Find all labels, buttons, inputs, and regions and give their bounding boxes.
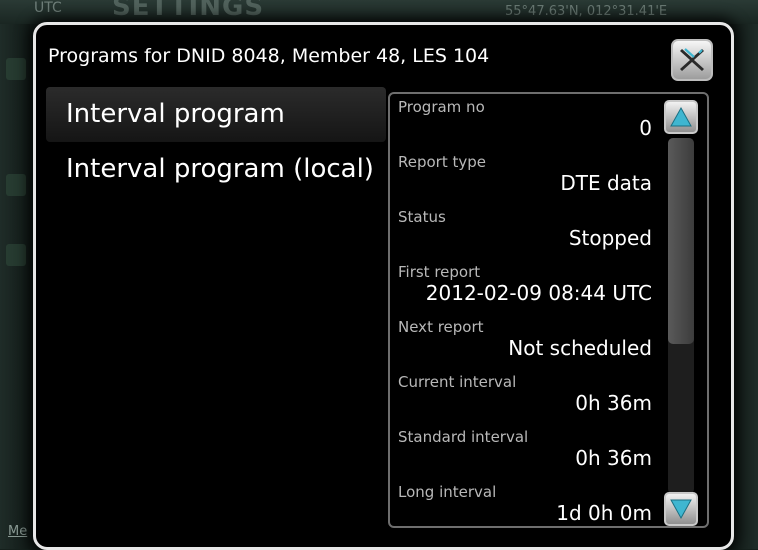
detail-next-report: Next report Not scheduled: [398, 318, 652, 360]
detail-label: Report type: [398, 153, 487, 171]
detail-value: 0: [639, 116, 652, 140]
detail-label: Next report: [398, 318, 484, 336]
close-button[interactable]: [671, 39, 713, 81]
detail-label: Standard interval: [398, 428, 529, 446]
detail-label: Long interval: [398, 483, 497, 501]
detail-value: 0h 36m: [575, 446, 652, 470]
triangle-down-icon: [670, 499, 692, 520]
detail-program-no: Program no 0: [398, 98, 652, 140]
scroll-up-button[interactable]: [664, 100, 698, 134]
detail-value: 1d 0h 0m: [556, 501, 652, 525]
utc-label: UTC: [34, 0, 62, 16]
program-list-item[interactable]: Interval program: [46, 87, 386, 142]
programs-dialog: Programs for DNID 8048, Member 48, LES 1…: [33, 22, 734, 550]
background-title: SETTINGS: [112, 0, 265, 22]
scroll-down-button[interactable]: [664, 492, 698, 526]
detail-value: Not scheduled: [508, 336, 652, 360]
detail-value: DTE data: [560, 171, 652, 195]
sidebar-tile-icon: [6, 244, 26, 266]
detail-long-interval: Long interval 1d 0h 0m: [398, 483, 652, 525]
detail-label: Current interval: [398, 373, 517, 391]
detail-value: 0h 36m: [575, 391, 652, 415]
scrollbar-track[interactable]: [668, 138, 694, 494]
dialog-title: Programs for DNID 8048, Member 48, LES 1…: [48, 45, 490, 67]
close-x-icon: [680, 48, 704, 71]
detail-first-report: First report 2012-02-09 08:44 UTC: [398, 263, 652, 305]
background-menu-label[interactable]: Me: [8, 524, 27, 539]
scrollbar-thumb[interactable]: [668, 138, 694, 344]
program-list: Interval program Interval program (local…: [46, 87, 386, 197]
detail-value: Stopped: [568, 226, 652, 250]
detail-standard-interval: Standard interval 0h 36m: [398, 428, 652, 470]
detail-value: 2012-02-09 08:44 UTC: [425, 281, 652, 305]
detail-label: Program no: [398, 98, 485, 116]
detail-label: Status: [398, 208, 446, 226]
coordinates-readout: 55°47.63'N, 012°31.41'E: [505, 4, 668, 19]
detail-report-type: Report type DTE data: [398, 153, 652, 195]
program-details-panel: Program no 0 Report type DTE data Status…: [388, 92, 709, 528]
background-sidebar: [0, 24, 30, 549]
detail-current-interval: Current interval 0h 36m: [398, 373, 652, 415]
program-list-item[interactable]: Interval program (local): [46, 142, 386, 197]
sidebar-tile-icon: [6, 58, 26, 80]
sidebar-tile-icon: [6, 174, 26, 196]
background-header: UTC SETTINGS 55°47.63'N, 012°31.41'E: [0, 0, 758, 24]
detail-label: First report: [398, 263, 481, 281]
triangle-up-icon: [670, 106, 692, 127]
detail-status: Status Stopped: [398, 208, 652, 250]
